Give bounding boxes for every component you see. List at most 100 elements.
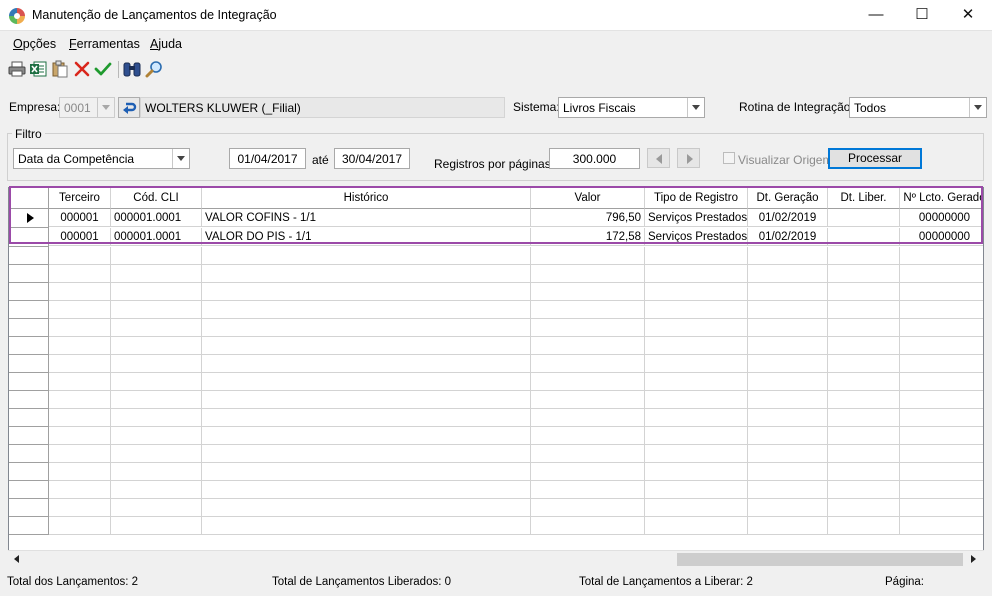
- empty-cell[interactable]: [202, 355, 531, 373]
- empresa-code-select[interactable]: 0001: [59, 97, 115, 118]
- empty-cell[interactable]: [828, 427, 900, 445]
- empty-cell[interactable]: [828, 409, 900, 427]
- confirm-icon[interactable]: [94, 60, 112, 78]
- empty-cell[interactable]: [531, 265, 645, 283]
- empty-cell[interactable]: [531, 247, 645, 265]
- empty-cell[interactable]: [49, 481, 111, 499]
- empty-cell[interactable]: [531, 337, 645, 355]
- row-indicator[interactable]: [9, 481, 49, 499]
- empty-cell[interactable]: [49, 247, 111, 265]
- empty-cell[interactable]: [111, 463, 202, 481]
- scrollbar-thumb[interactable]: [677, 553, 963, 566]
- empty-cell[interactable]: [202, 499, 531, 517]
- empty-cell[interactable]: [748, 265, 828, 283]
- col-header-dt-liber[interactable]: Dt. Liber.: [828, 188, 900, 209]
- empty-cell[interactable]: [748, 481, 828, 499]
- empty-cell[interactable]: [202, 247, 531, 265]
- empty-cell[interactable]: [645, 427, 748, 445]
- empty-cell[interactable]: [748, 463, 828, 481]
- empty-cell[interactable]: [49, 373, 111, 391]
- empty-cell[interactable]: [531, 409, 645, 427]
- search-icon[interactable]: [145, 60, 163, 78]
- scroll-left-icon[interactable]: [14, 555, 19, 563]
- empty-cell[interactable]: [748, 427, 828, 445]
- empty-cell[interactable]: [900, 319, 983, 337]
- empty-cell[interactable]: [202, 427, 531, 445]
- empty-cell[interactable]: [531, 391, 645, 409]
- table-cell[interactable]: VALOR DO PIS - 1/1: [202, 228, 531, 246]
- row-indicator[interactable]: [9, 209, 49, 228]
- empty-cell[interactable]: [202, 337, 531, 355]
- empty-cell[interactable]: [111, 445, 202, 463]
- empty-cell[interactable]: [49, 265, 111, 283]
- empty-cell[interactable]: [202, 301, 531, 319]
- row-indicator[interactable]: [9, 499, 49, 517]
- table-cell[interactable]: 796,50: [531, 209, 645, 227]
- empty-cell[interactable]: [748, 337, 828, 355]
- empty-cell[interactable]: [748, 283, 828, 301]
- empty-cell[interactable]: [900, 373, 983, 391]
- table-cell[interactable]: 01/02/2019: [748, 209, 828, 227]
- date-to-input[interactable]: 30/04/2017: [334, 148, 410, 169]
- empty-cell[interactable]: [900, 355, 983, 373]
- empty-cell[interactable]: [202, 283, 531, 301]
- empty-cell[interactable]: [531, 463, 645, 481]
- cancel-icon[interactable]: [73, 60, 91, 78]
- row-indicator[interactable]: [9, 445, 49, 463]
- row-indicator[interactable]: [9, 463, 49, 481]
- empty-cell[interactable]: [111, 283, 202, 301]
- empty-cell[interactable]: [111, 319, 202, 337]
- row-indicator[interactable]: [9, 409, 49, 427]
- empty-cell[interactable]: [111, 355, 202, 373]
- row-indicator[interactable]: [9, 517, 49, 535]
- empty-cell[interactable]: [111, 499, 202, 517]
- empty-cell[interactable]: [49, 517, 111, 535]
- horizontal-scrollbar[interactable]: [8, 550, 984, 567]
- row-indicator[interactable]: [9, 283, 49, 301]
- table-cell[interactable]: 000001: [49, 228, 111, 246]
- empty-cell[interactable]: [645, 499, 748, 517]
- empty-cell[interactable]: [645, 301, 748, 319]
- empty-cell[interactable]: [49, 319, 111, 337]
- empty-cell[interactable]: [645, 481, 748, 499]
- table-cell[interactable]: [828, 228, 900, 246]
- empty-cell[interactable]: [531, 481, 645, 499]
- empty-cell[interactable]: [645, 247, 748, 265]
- empty-cell[interactable]: [900, 445, 983, 463]
- empty-cell[interactable]: [900, 283, 983, 301]
- empty-cell[interactable]: [111, 409, 202, 427]
- empty-cell[interactable]: [49, 391, 111, 409]
- empty-cell[interactable]: [202, 463, 531, 481]
- empty-cell[interactable]: [531, 445, 645, 463]
- empty-cell[interactable]: [202, 265, 531, 283]
- empty-cell[interactable]: [900, 409, 983, 427]
- empty-cell[interactable]: [645, 283, 748, 301]
- empty-cell[interactable]: [748, 373, 828, 391]
- empty-cell[interactable]: [828, 499, 900, 517]
- empty-cell[interactable]: [900, 481, 983, 499]
- table-cell[interactable]: 000001.0001: [111, 209, 202, 227]
- empty-cell[interactable]: [49, 283, 111, 301]
- empty-cell[interactable]: [645, 337, 748, 355]
- empty-cell[interactable]: [111, 247, 202, 265]
- empty-cell[interactable]: [645, 265, 748, 283]
- table-cell[interactable]: [828, 209, 900, 227]
- menu-ferramentas[interactable]: Ferramentas: [69, 37, 140, 51]
- empty-cell[interactable]: [828, 481, 900, 499]
- empty-cell[interactable]: [828, 445, 900, 463]
- empty-cell[interactable]: [900, 265, 983, 283]
- empty-cell[interactable]: [202, 409, 531, 427]
- date-from-input[interactable]: 01/04/2017: [229, 148, 306, 169]
- empty-cell[interactable]: [828, 337, 900, 355]
- sistema-select[interactable]: Livros Fiscais: [558, 97, 705, 118]
- col-header-historico[interactable]: Histórico: [202, 188, 531, 209]
- empty-cell[interactable]: [900, 499, 983, 517]
- empty-cell[interactable]: [645, 445, 748, 463]
- empty-cell[interactable]: [531, 373, 645, 391]
- empty-cell[interactable]: [828, 301, 900, 319]
- table-cell[interactable]: VALOR COFINS - 1/1: [202, 209, 531, 227]
- table-cell[interactable]: Serviços Prestados: [645, 209, 748, 227]
- empty-cell[interactable]: [49, 409, 111, 427]
- row-indicator[interactable]: [9, 247, 49, 265]
- empty-cell[interactable]: [645, 391, 748, 409]
